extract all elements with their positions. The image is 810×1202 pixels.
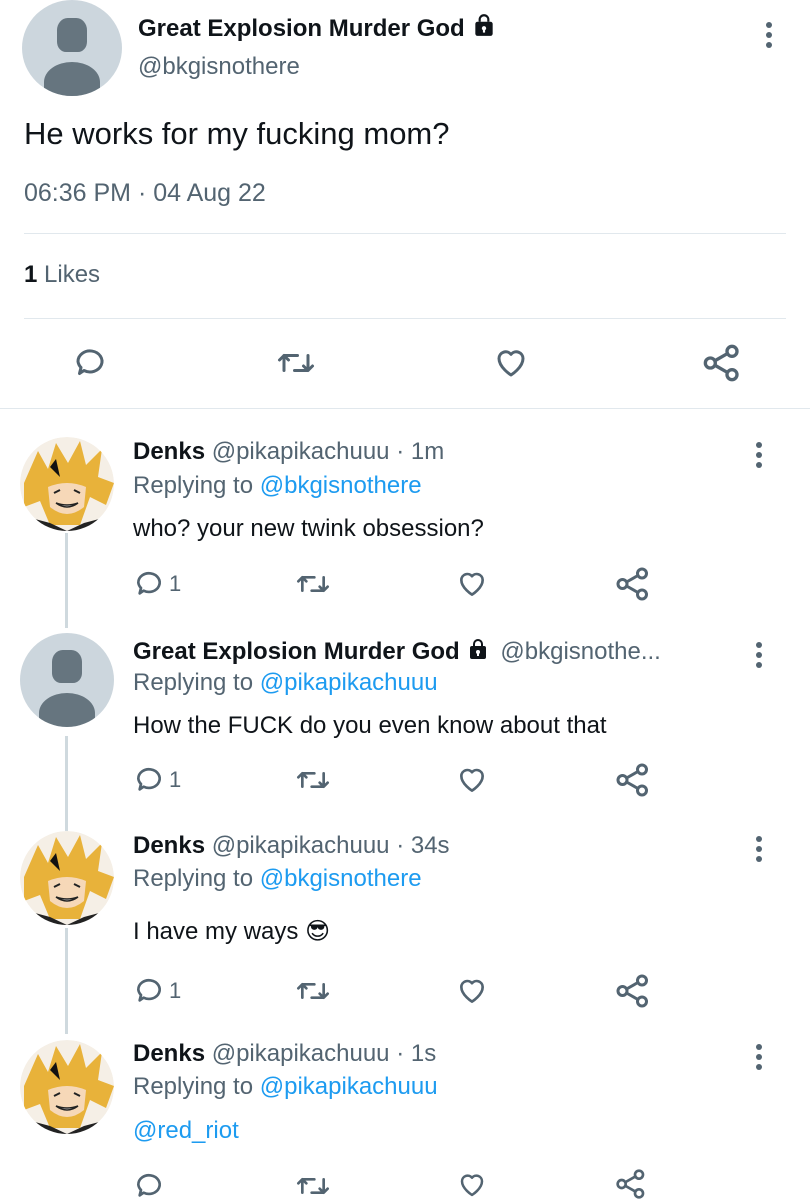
reply-text: I have my ways <box>133 918 299 945</box>
mention-link[interactable]: @red_riot <box>133 1115 239 1147</box>
reply-like-icon[interactable] <box>455 764 489 796</box>
reply-retweet-icon[interactable] <box>295 1170 331 1202</box>
replying-to-prefix: Replying to <box>133 1073 254 1100</box>
reply-display-name[interactable]: Great Explosion Murder God <box>133 638 460 665</box>
reply-handle[interactable]: @pikapikachuuu <box>212 1040 390 1067</box>
avatar-head-shape <box>52 650 82 683</box>
reply-display-name[interactable]: Denks <box>133 832 205 859</box>
reply-more-options-icon[interactable] <box>755 642 763 672</box>
reply-like-icon[interactable] <box>455 1170 489 1200</box>
reply-count: 1 <box>169 571 182 596</box>
main-display-name[interactable]: Great Explosion Murder God <box>138 12 497 45</box>
replying-to-prefix: Replying to <box>133 472 254 499</box>
replying-to-link[interactable]: @pikapikachuuu <box>260 669 438 696</box>
reply-avatar[interactable] <box>20 831 114 925</box>
avatar-body-shape <box>39 693 95 727</box>
reply-text: How the FUCK do you even know about that <box>133 712 607 739</box>
reply-retweet-icon[interactable] <box>295 568 331 600</box>
reply-text: who? your new twink obsession? <box>133 515 484 542</box>
reply-handle[interactable]: @pikapikachuuu <box>212 832 390 859</box>
reply-reply-icon[interactable] <box>133 1170 165 1202</box>
reply-more-options-icon[interactable] <box>755 836 763 866</box>
reply-display-name[interactable]: Denks <box>133 1040 205 1067</box>
reply-time: · 1m <box>396 438 445 465</box>
likes-label: Likes <box>44 261 101 288</box>
divider-bottom <box>0 408 810 409</box>
thread-line <box>65 736 68 831</box>
reply-share-icon[interactable] <box>615 973 651 1009</box>
reply-handle[interactable]: @pikapikachuuu <box>212 438 390 465</box>
reply-count: 1 <box>169 767 182 792</box>
reply-retweet-icon[interactable] <box>295 975 331 1007</box>
reply-avatar[interactable] <box>20 437 114 531</box>
main-reply-icon[interactable] <box>72 345 108 381</box>
main-avatar[interactable] <box>22 0 122 96</box>
reply-handle[interactable]: @bkgisnothe... <box>500 638 660 665</box>
reply-avatar[interactable] <box>20 633 114 727</box>
replying-to-link[interactable]: @bkgisnothere <box>260 472 422 499</box>
reply-time: · 34s <box>396 832 450 859</box>
replying-to-line: Replying to @pikapikachuuu <box>133 1071 438 1103</box>
reply-more-options-icon[interactable] <box>755 1044 763 1074</box>
reply-header: Denks @pikapikachuuu · 34s <box>133 830 450 862</box>
reply-header: Great Explosion Murder God @bkgisnothe..… <box>133 636 661 670</box>
replying-to-line: Replying to @bkgisnothere <box>133 863 422 895</box>
replying-to-prefix: Replying to <box>133 669 254 696</box>
replying-to-line: Replying to @pikapikachuuu <box>133 667 438 699</box>
reply-like-icon[interactable] <box>455 975 489 1007</box>
reply-count: 1 <box>169 978 182 1003</box>
replying-to-line: Replying to @bkgisnothere <box>133 470 422 502</box>
sunglasses-emoji-icon: 😎 <box>305 918 331 945</box>
reply-share-icon[interactable] <box>615 762 651 798</box>
likes-count: 1 <box>24 261 38 288</box>
reply-header: Denks @pikapikachuuu · 1s <box>133 1038 436 1070</box>
reply-more-options-icon[interactable] <box>755 442 763 472</box>
lock-icon <box>471 12 497 45</box>
thread-line <box>65 533 68 628</box>
reply-reply-icon[interactable]: 1 <box>133 764 181 796</box>
reply-reply-icon[interactable]: 1 <box>133 568 181 600</box>
avatar-head-shape <box>57 18 87 52</box>
lock-icon <box>466 637 490 670</box>
likes-stat[interactable]: 1 Likes <box>24 260 100 290</box>
reply-share-icon[interactable] <box>615 566 651 602</box>
reply-time: · 1s <box>396 1040 437 1067</box>
reply-text-line: I have my ways 😎 <box>133 916 330 948</box>
reply-display-name[interactable]: Denks <box>133 438 205 465</box>
reply-reply-icon[interactable]: 1 <box>133 975 181 1007</box>
replying-to-link[interactable]: @bkgisnothere <box>260 865 422 892</box>
reply-header: Denks @pikapikachuuu · 1m <box>133 436 444 468</box>
reply-share-icon[interactable] <box>615 1168 647 1200</box>
divider-middle <box>24 318 786 319</box>
main-share-icon[interactable] <box>702 343 742 383</box>
reply-like-icon[interactable] <box>455 568 489 600</box>
main-like-icon[interactable] <box>492 345 530 381</box>
main-handle[interactable]: @bkgisnothere <box>138 52 300 82</box>
main-more-options-icon[interactable] <box>765 22 773 52</box>
reply-avatar[interactable] <box>20 1040 114 1134</box>
main-retweet-icon[interactable] <box>276 345 316 381</box>
reply-retweet-icon[interactable] <box>295 764 331 796</box>
main-timestamp[interactable]: 06:36 PM · 04 Aug 22 <box>24 177 266 209</box>
replying-to-link[interactable]: @pikapikachuuu <box>260 1073 438 1100</box>
replying-to-prefix: Replying to <box>133 865 254 892</box>
main-tweet-text: He works for my fucking mom? <box>24 116 450 151</box>
divider-top <box>24 233 786 234</box>
thread-line <box>65 928 68 1034</box>
avatar-body-shape <box>44 62 100 96</box>
